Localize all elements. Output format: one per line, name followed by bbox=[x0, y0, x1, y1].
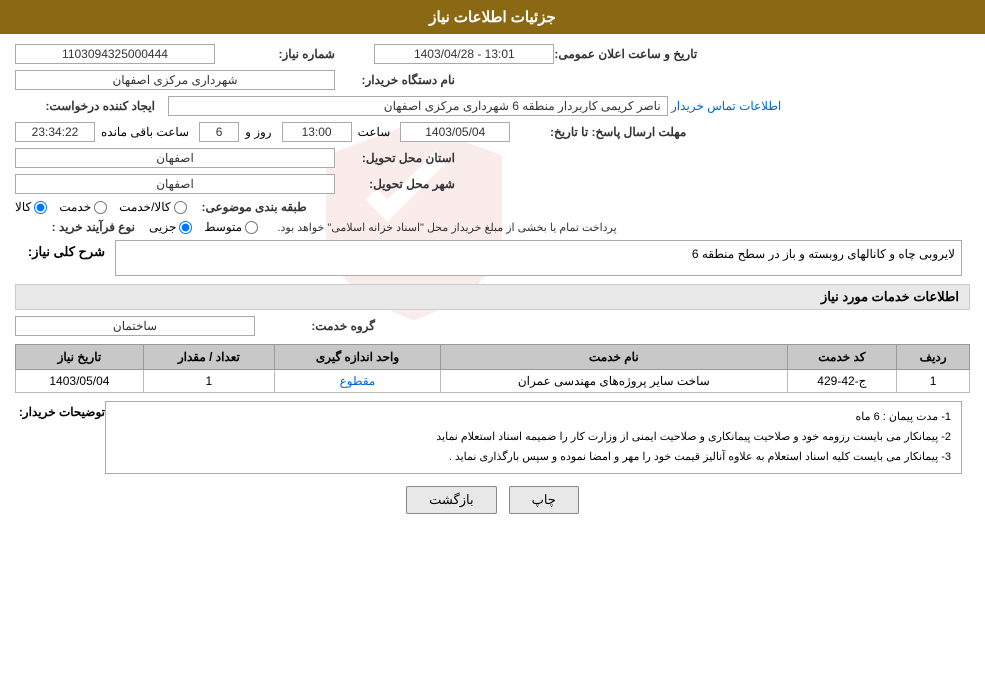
need-number-row: تاریخ و ساعت اعلان عمومی: 1403/04/28 - 1… bbox=[15, 44, 970, 64]
remain-value: 23:34:22 bbox=[15, 122, 95, 142]
note-line: 1- مدت پیمان : 6 ماه bbox=[116, 408, 951, 428]
buyer-notes-label: توضیحات خریدار: bbox=[15, 401, 105, 419]
announce-date-label: تاریخ و ساعت اعلان عمومی: bbox=[554, 47, 697, 61]
buyer-notes-section: 1- مدت پیمان : 6 ماه2- پیمانکار می بایست… bbox=[15, 401, 970, 474]
need-number-label: شماره نیاز: bbox=[215, 47, 335, 61]
print-button[interactable]: چاپ bbox=[509, 486, 579, 514]
service-group-label: گروه خدمت: bbox=[255, 319, 375, 333]
page-wrapper: جزئیات اطلاعات نیاز Col تاریخ و ساعت اعل… bbox=[0, 0, 985, 691]
table-row: 1 ج-42-429 ساخت سایر پروژه‌های مهندسی عم… bbox=[16, 370, 970, 393]
need-description-section: لایروبی چاه و کانالهای روبسته و باز در س… bbox=[15, 240, 970, 276]
proc-mutawasit[interactable]: متوسط bbox=[204, 220, 258, 234]
deadline-label: مهلت ارسال پاسخ: تا تاریخ: bbox=[516, 125, 686, 139]
cell-unit: مقطوع bbox=[274, 370, 440, 393]
back-button[interactable]: بازگشت bbox=[406, 486, 496, 514]
procurement-note: پرداخت تمام یا بخشی از مبلغ خریداز محل "… bbox=[277, 221, 616, 234]
deadline-row: مهلت ارسال پاسخ: تا تاریخ: 1403/05/04 سا… bbox=[15, 122, 970, 142]
cell-rownum: 1 bbox=[897, 370, 970, 393]
creator-row: اطلاعات تماس خریدار ناصر کریمی کاربردار … bbox=[15, 96, 970, 116]
city-label: شهر محل تحویل: bbox=[335, 177, 455, 191]
need-number-value: 1103094325000444 bbox=[15, 44, 215, 64]
item-type-kala[interactable]: کالا bbox=[15, 200, 47, 214]
province-row: استان محل تحویل: اصفهان bbox=[15, 148, 970, 168]
province-value: اصفهان bbox=[15, 148, 335, 168]
services-table: ردیف کد خدمت نام خدمت واحد اندازه گیری ت… bbox=[15, 344, 970, 393]
procurement-options: متوسط جزیی bbox=[149, 220, 258, 234]
col-date: تاریخ نیاز bbox=[16, 345, 144, 370]
cell-date: 1403/05/04 bbox=[16, 370, 144, 393]
province-label: استان محل تحویل: bbox=[335, 151, 455, 165]
khidmat-label: خدمت bbox=[59, 200, 91, 214]
cell-code: ج-42-429 bbox=[787, 370, 897, 393]
city-row: شهر محل تحویل: اصفهان bbox=[15, 174, 970, 194]
proc-juzyi[interactable]: جزیی bbox=[149, 220, 192, 234]
col-name: نام خدمت bbox=[441, 345, 787, 370]
page-header: جزئیات اطلاعات نیاز bbox=[0, 0, 985, 34]
note-line: 2- پیمانکار می بایست رزومه خود و صلاحیت … bbox=[116, 428, 951, 448]
button-row: چاپ بازگشت bbox=[15, 486, 970, 514]
service-group-row: گروه خدمت: ساختمان bbox=[15, 316, 970, 336]
radio-khidmat[interactable] bbox=[94, 201, 107, 214]
radio-kala[interactable] bbox=[34, 201, 47, 214]
kala-khidmat-label: کالا/خدمت bbox=[119, 200, 170, 214]
need-description-value: لایروبی چاه و کانالهای روبسته و باز در س… bbox=[115, 240, 962, 276]
days-label: روز و bbox=[245, 125, 272, 139]
contact-link[interactable]: اطلاعات تماس خریدار bbox=[671, 99, 781, 113]
juzyi-label: جزیی bbox=[149, 220, 176, 234]
item-type-options: کالا/خدمت خدمت کالا bbox=[15, 200, 187, 214]
radio-juzyi[interactable] bbox=[179, 221, 192, 234]
days-value: 6 bbox=[199, 122, 239, 142]
deadline-time: 13:00 bbox=[282, 122, 352, 142]
radio-kala-khidmat[interactable] bbox=[174, 201, 187, 214]
content-area: Col تاریخ و ساعت اعلان عمومی: 1403/04/28… bbox=[0, 34, 985, 532]
city-value: اصفهان bbox=[15, 174, 335, 194]
time-label: ساعت bbox=[358, 125, 391, 139]
service-info-title: اطلاعات خدمات مورد نیاز bbox=[15, 284, 970, 310]
radio-mutawasit[interactable] bbox=[245, 221, 258, 234]
cell-qty: 1 bbox=[143, 370, 274, 393]
item-type-label: طبقه بندی موضوعی: bbox=[187, 200, 307, 214]
services-table-container: ردیف کد خدمت نام خدمت واحد اندازه گیری ت… bbox=[15, 344, 970, 393]
header-title: جزئیات اطلاعات نیاز bbox=[429, 9, 556, 26]
buyer-org-row: نام دستگاه خریدار: شهرداری مرکزی اصفهان bbox=[15, 70, 970, 90]
item-type-kala-khidmat[interactable]: کالا/خدمت bbox=[119, 200, 186, 214]
cell-name: ساخت سایر پروژه‌های مهندسی عمران bbox=[441, 370, 787, 393]
deadline-date: 1403/05/04 bbox=[400, 122, 510, 142]
procurement-row: پرداخت تمام یا بخشی از مبلغ خریداز محل "… bbox=[15, 220, 970, 234]
buyer-notes-content: 1- مدت پیمان : 6 ماه2- پیمانکار می بایست… bbox=[105, 401, 962, 474]
procurement-label: نوع فرآیند خرید : bbox=[15, 220, 135, 234]
remain-label: ساعت باقی مانده bbox=[101, 125, 189, 139]
announce-date-value: 1403/04/28 - 13:01 bbox=[374, 44, 554, 64]
item-type-row: طبقه بندی موضوعی: کالا/خدمت خدمت کالا bbox=[15, 200, 970, 214]
col-code: کد خدمت bbox=[787, 345, 897, 370]
buyer-org-label: نام دستگاه خریدار: bbox=[335, 73, 455, 87]
need-description-title: شرح کلی نیاز: bbox=[15, 240, 115, 265]
service-group-value: ساختمان bbox=[15, 316, 255, 336]
item-type-khidmat[interactable]: خدمت bbox=[59, 200, 107, 214]
col-qty: تعداد / مقدار bbox=[143, 345, 274, 370]
creator-label: ایجاد کننده درخواست: bbox=[15, 99, 155, 113]
mutawasit-label: متوسط bbox=[204, 220, 242, 234]
col-rownum: ردیف bbox=[897, 345, 970, 370]
note-line: 3- پیمانکار می بایست کلیه اسناد استعلام … bbox=[116, 448, 951, 468]
buyer-org-value: شهرداری مرکزی اصفهان bbox=[15, 70, 335, 90]
creator-value: ناصر کریمی کاربردار منطقه 6 شهرداری مرکز… bbox=[168, 96, 668, 116]
col-unit: واحد اندازه گیری bbox=[274, 345, 440, 370]
kala-label: کالا bbox=[15, 200, 31, 214]
